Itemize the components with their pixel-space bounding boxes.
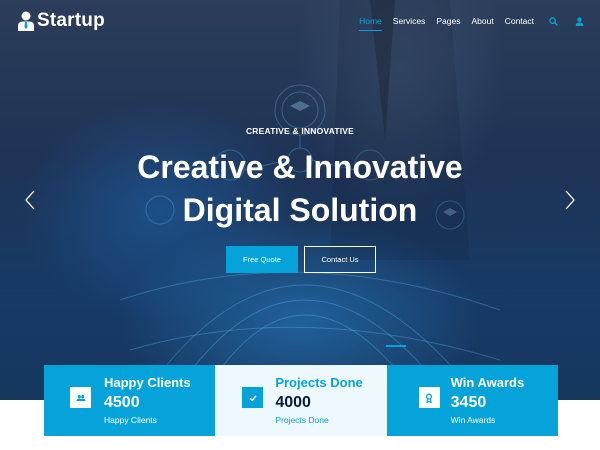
stat-value: 3450 <box>450 394 487 411</box>
nav-item-pages[interactable]: Pages <box>436 16 460 26</box>
hero-title: Creative & Innovative Digital Solution <box>0 146 600 232</box>
stat-title: Happy Clients <box>104 375 191 390</box>
stat-label: Happy Clients <box>104 415 157 425</box>
hero-title-line-2: Digital Solution <box>182 192 418 228</box>
stat-value: 4500 <box>104 394 140 411</box>
stat-value: 4000 <box>275 394 311 411</box>
users-icon <box>76 394 85 401</box>
stat-label: Projects Done <box>275 415 329 425</box>
user-tie-icon <box>18 11 34 31</box>
brand-logo[interactable]: Startup <box>18 10 105 32</box>
stat-label: Win Awards <box>450 415 496 425</box>
nav-menu: Home Services Pages About Contact <box>348 16 584 31</box>
carousel-indicator <box>386 345 406 347</box>
navbar: Startup Home Services Pages About Contac… <box>0 0 600 44</box>
nav-item-home[interactable]: Home <box>359 16 382 31</box>
free-quote-button[interactable]: Free Quote <box>226 246 298 273</box>
search-icon[interactable] <box>549 16 558 26</box>
stat-icon-container <box>418 387 440 408</box>
hero-subtitle: CREATIVE & INNOVATIVE <box>245 126 355 136</box>
user-icon[interactable] <box>575 17 584 26</box>
stats-section: Happy Clients 4500 Happy Clients Project… <box>44 365 558 436</box>
chevron-left-icon[interactable] <box>24 190 36 210</box>
stat-icon-container <box>70 387 91 408</box>
stat-icon-container <box>242 387 264 408</box>
stat-title: Win Awards <box>450 375 525 390</box>
stat-title: Projects Done <box>275 375 363 390</box>
award-icon <box>426 393 433 403</box>
hero-carousel: Startup Home Services Pages About Contac… <box>0 0 600 400</box>
contact-us-button[interactable]: Contact Us <box>304 246 376 273</box>
chevron-right-icon[interactable] <box>564 190 576 210</box>
stat-card-projects-done: Projects Done 4000 Projects Done <box>215 365 387 436</box>
hero-title-line-1: Creative & Innovative <box>137 149 463 185</box>
nav-item-services[interactable]: Services <box>393 16 426 26</box>
stat-card-happy-clients: Happy Clients 4500 Happy Clients <box>44 365 216 436</box>
brand-name: Startup <box>37 10 105 31</box>
nav-item-about[interactable]: About <box>471 16 493 26</box>
stat-card-win-awards: Win Awards 3450 Win Awards <box>386 365 558 436</box>
nav-item-contact[interactable]: Contact <box>505 16 534 26</box>
check-icon <box>249 394 257 401</box>
